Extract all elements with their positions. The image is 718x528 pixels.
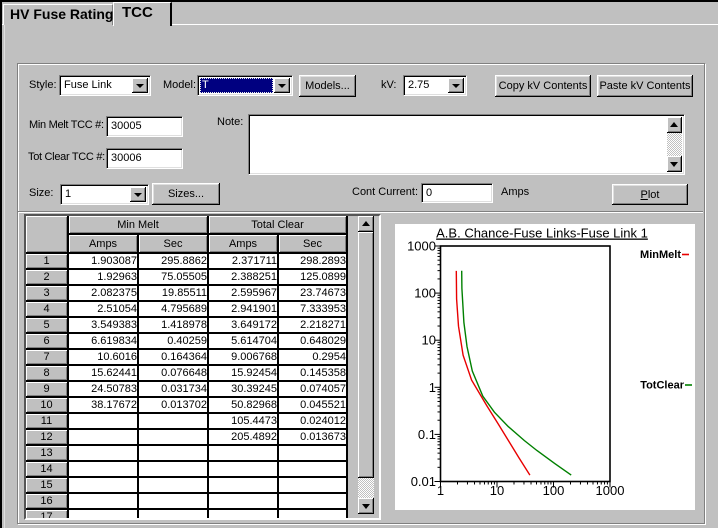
svg-text:1000: 1000 — [407, 239, 436, 254]
svg-text:0.1: 0.1 — [418, 427, 436, 442]
svg-text:1000: 1000 — [596, 483, 625, 498]
svg-text:100: 100 — [543, 483, 565, 498]
svg-text:1: 1 — [437, 483, 444, 498]
svg-text:MinMelt: MinMelt — [640, 249, 681, 261]
svg-text:0.01: 0.01 — [411, 474, 436, 489]
svg-text:TotClear: TotClear — [640, 380, 685, 392]
svg-text:100: 100 — [414, 286, 436, 301]
svg-text:10: 10 — [422, 333, 436, 348]
svg-text:A.B. Chance-Fuse Links-Fuse Li: A.B. Chance-Fuse Links-Fuse Link 1 — [436, 226, 648, 241]
svg-text:1: 1 — [429, 380, 436, 395]
svg-text:10: 10 — [490, 483, 504, 498]
